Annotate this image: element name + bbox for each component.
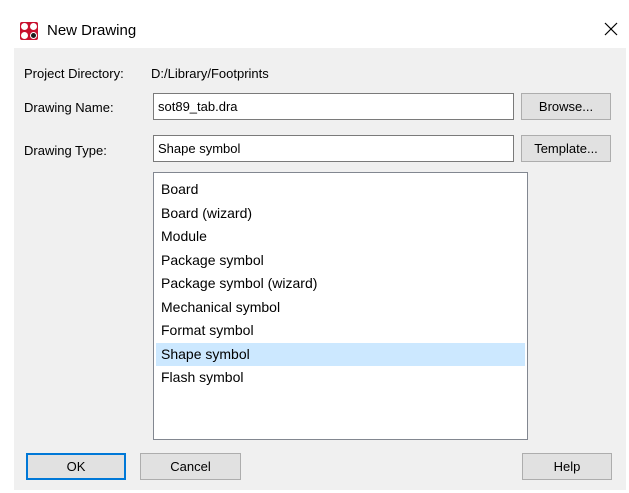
cancel-button[interactable]: Cancel <box>140 453 241 480</box>
title-bar: New Drawing <box>0 0 629 45</box>
list-item[interactable]: Flash symbol <box>156 366 525 390</box>
project-directory-label: Project Directory: <box>24 66 124 81</box>
list-item[interactable]: Board (wizard) <box>156 202 525 226</box>
drawing-type-input[interactable] <box>153 135 514 162</box>
browse-button[interactable]: Browse... <box>521 93 611 120</box>
drawing-type-list[interactable]: Board Board (wizard) Module Package symb… <box>153 172 528 440</box>
list-item[interactable]: Format symbol <box>156 319 525 343</box>
template-button[interactable]: Template... <box>521 135 611 162</box>
help-button[interactable]: Help <box>522 453 612 480</box>
window-title: New Drawing <box>47 22 137 39</box>
list-item[interactable]: Mechanical symbol <box>156 296 525 320</box>
close-icon <box>604 22 618 36</box>
list-item[interactable]: Package symbol (wizard) <box>156 272 525 296</box>
dialog-body: Project Directory: D:/Library/Footprints… <box>14 48 626 490</box>
close-button[interactable] <box>596 14 626 44</box>
list-item[interactable]: Board <box>156 178 525 202</box>
ok-button[interactable]: OK <box>26 453 126 480</box>
list-item[interactable]: Module <box>156 225 525 249</box>
drawing-name-input[interactable] <box>153 93 514 120</box>
new-drawing-dialog: New Drawing Project Directory: D:/Librar… <box>0 0 629 493</box>
list-item[interactable]: Package symbol <box>156 249 525 273</box>
list-item-selected[interactable]: Shape symbol <box>156 342 525 366</box>
project-directory-value: D:/Library/Footprints <box>151 66 269 81</box>
drawing-name-label: Drawing Name: <box>24 100 114 115</box>
allegro-app-icon <box>20 22 38 40</box>
drawing-type-label: Drawing Type: <box>24 143 107 158</box>
